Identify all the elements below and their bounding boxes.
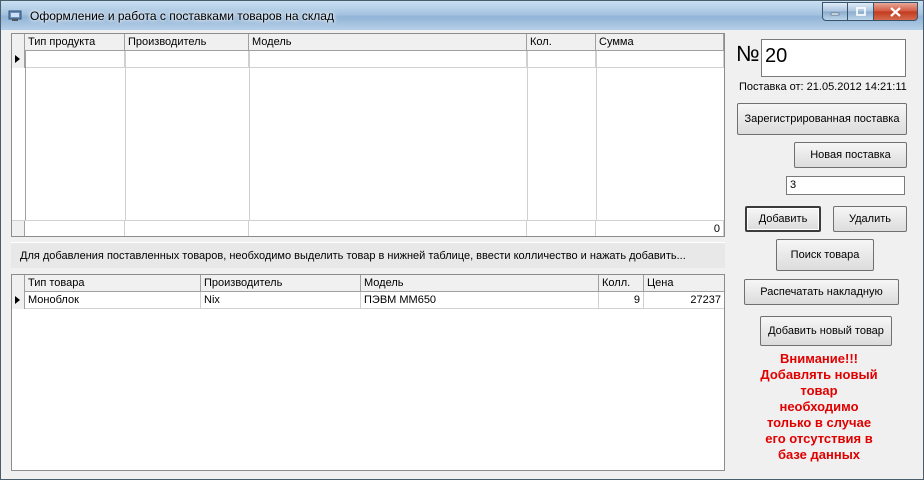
search-product-button[interactable]: Поиск товара bbox=[776, 239, 874, 271]
cell-goods-type[interactable]: Моноблок bbox=[25, 292, 201, 309]
hint-text: Для добавления поставленных товаров, нео… bbox=[11, 242, 725, 268]
col-header-price[interactable]: Цена bbox=[644, 275, 724, 292]
totals-row: 0 bbox=[12, 220, 724, 236]
add-button[interactable]: Добавить bbox=[745, 206, 821, 232]
column-divider bbox=[596, 51, 597, 221]
new-delivery-button[interactable]: Новая поставка bbox=[794, 142, 907, 168]
delivery-grid-header: Тип продукта Производитель Модель Кол. С… bbox=[12, 34, 724, 51]
table-row[interactable]: Моноблок Nix ПЭВМ ММ650 9 27237 bbox=[12, 292, 724, 309]
registered-delivery-button[interactable]: Зарегистрированная поставка bbox=[737, 103, 907, 135]
delete-button[interactable]: Удалить bbox=[833, 206, 907, 232]
col-header-goods-type[interactable]: Тип товара bbox=[25, 275, 201, 292]
cell-model[interactable]: ПЭВМ ММ650 bbox=[361, 292, 599, 309]
maximize-button[interactable] bbox=[848, 2, 874, 21]
warning-text: Внимание!!! Добавлять новый товар необхо… bbox=[741, 351, 897, 463]
table-cell bbox=[25, 221, 125, 236]
col-header-qty[interactable]: Колл. bbox=[599, 275, 644, 292]
warning-line: Добавлять новый bbox=[760, 367, 878, 382]
delivery-items-grid[interactable]: Тип продукта Производитель Модель Кол. С… bbox=[11, 33, 725, 237]
row-selector bbox=[12, 221, 25, 236]
col-header-qty[interactable]: Кол. bbox=[527, 34, 596, 51]
table-cell bbox=[249, 221, 527, 236]
products-grid[interactable]: Тип товара Производитель Модель Колл. Це… bbox=[11, 274, 725, 471]
delivery-date: Поставка от: 21.05.2012 14:21:11 bbox=[739, 81, 907, 93]
warning-line: товар bbox=[800, 383, 838, 398]
minimize-button[interactable] bbox=[822, 2, 848, 21]
cell-qty[interactable]: 9 bbox=[599, 292, 644, 309]
app-icon bbox=[8, 10, 22, 21]
grid-corner bbox=[12, 275, 25, 292]
cell-manufacturer[interactable]: Nix bbox=[201, 292, 361, 309]
col-header-model[interactable]: Модель bbox=[249, 34, 527, 51]
warning-line: его отсутствия в bbox=[765, 431, 873, 446]
maximize-icon bbox=[855, 7, 866, 16]
table-cell bbox=[527, 221, 596, 236]
warning-line: базе данных bbox=[777, 447, 861, 462]
grid-corner bbox=[12, 34, 25, 51]
current-row-arrow-icon bbox=[15, 55, 20, 63]
cell-price[interactable]: 27237 bbox=[644, 292, 724, 309]
table-cell[interactable] bbox=[125, 51, 249, 68]
col-header-sum[interactable]: Сумма bbox=[596, 34, 724, 51]
warning-line: Внимание!!! bbox=[780, 351, 858, 366]
col-header-product-type[interactable]: Тип продукта bbox=[25, 34, 125, 51]
quantity-input[interactable]: 3 bbox=[786, 176, 905, 195]
col-header-manufacturer[interactable]: Производитель bbox=[125, 34, 249, 51]
table-cell[interactable] bbox=[596, 51, 724, 68]
col-header-manufacturer[interactable]: Производитель bbox=[201, 275, 361, 292]
close-button[interactable] bbox=[874, 2, 918, 21]
current-row-arrow-icon bbox=[15, 296, 20, 304]
sum-total: 0 bbox=[596, 221, 724, 236]
table-cell[interactable] bbox=[527, 51, 596, 68]
products-grid-header: Тип товара Производитель Модель Колл. Це… bbox=[12, 275, 724, 292]
row-selector[interactable] bbox=[12, 51, 25, 68]
table-cell[interactable] bbox=[25, 51, 125, 68]
table-cell[interactable] bbox=[249, 51, 527, 68]
close-icon bbox=[890, 6, 901, 17]
main-window: Оформление и работа с поставками товаров… bbox=[0, 0, 924, 480]
col-header-model[interactable]: Модель bbox=[361, 275, 599, 292]
title-bar[interactable]: Оформление и работа с поставками товаров… bbox=[1, 1, 923, 30]
row-selector[interactable] bbox=[12, 292, 25, 309]
delivery-number-field[interactable]: 20 bbox=[761, 39, 906, 77]
column-divider bbox=[527, 51, 528, 221]
column-divider bbox=[249, 51, 250, 221]
window-controls bbox=[822, 2, 918, 21]
column-divider bbox=[125, 51, 126, 221]
print-invoice-button[interactable]: Распечатать накладную bbox=[744, 279, 899, 305]
add-new-product-button[interactable]: Добавить новый товар bbox=[760, 316, 892, 346]
table-cell bbox=[125, 221, 249, 236]
table-row[interactable] bbox=[12, 51, 724, 68]
warning-line: только в случае bbox=[766, 415, 872, 430]
number-sign: № bbox=[736, 41, 760, 66]
column-divider bbox=[25, 51, 26, 221]
warning-line: необходимо bbox=[779, 399, 859, 414]
window-title: Оформление и работа с поставками товаров… bbox=[30, 9, 334, 23]
minimize-icon bbox=[830, 12, 840, 15]
